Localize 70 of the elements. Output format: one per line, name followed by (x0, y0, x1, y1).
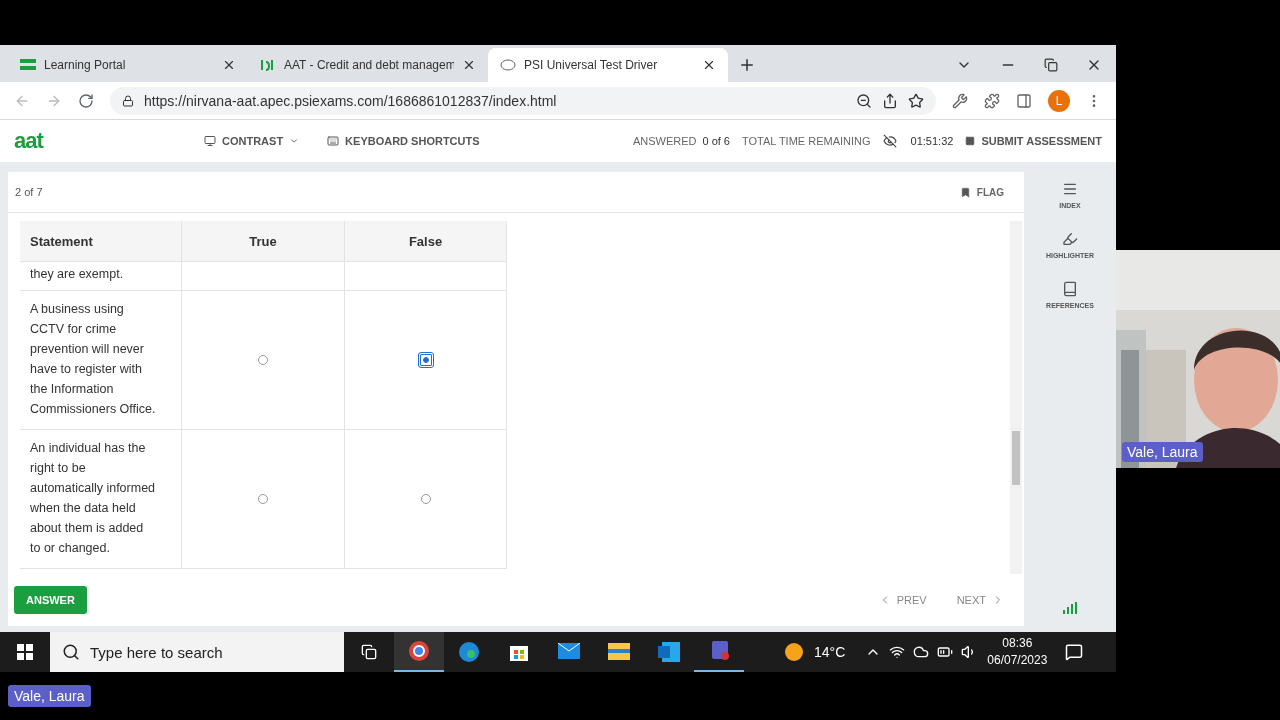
column-header: True (182, 221, 345, 262)
star-icon[interactable] (908, 92, 924, 109)
radio-button[interactable] (258, 494, 268, 504)
tab-title: AAT - Credit and debt managem (284, 58, 454, 72)
column-header: False (345, 221, 507, 262)
toolbar-button[interactable]: CONTRAST (204, 135, 300, 147)
lock-icon (122, 94, 134, 107)
highlighter-icon (1062, 231, 1078, 247)
weather-icon (784, 642, 804, 662)
keyboard-icon (327, 135, 340, 147)
browser-tab[interactable]: Learning Portal (8, 48, 248, 82)
monitor-icon (204, 135, 216, 147)
book-icon (1062, 281, 1078, 297)
scrollbar[interactable] (1010, 221, 1022, 574)
time-label: TOTAL TIME REMAINING (742, 135, 871, 147)
side-panel-icon[interactable] (1016, 92, 1032, 109)
taskbar-clock[interactable]: 08:36 06/07/2023 (987, 635, 1048, 669)
temperature: 14°C (814, 644, 846, 660)
presenter-name: Vale, Laura (8, 685, 91, 707)
answered-label: ANSWERED (632, 135, 697, 147)
address-field[interactable]: https://nirvana-aat.apec.psiexams.com/1686861012837/index.html (110, 86, 936, 115)
notifications-icon[interactable] (1065, 643, 1084, 661)
wrench-icon[interactable] (952, 92, 968, 109)
cloud-icon[interactable] (913, 644, 930, 660)
signal-icon (1063, 602, 1077, 614)
answered-count: 0 of 6 (702, 135, 730, 147)
browser-icon[interactable] (394, 632, 444, 672)
url-text: https://nirvana-aat.apec.psiexams.com/1686861012837/index.html (144, 92, 557, 109)
close-icon[interactable] (702, 58, 716, 72)
radio-button[interactable] (258, 355, 268, 365)
wifi-icon[interactable] (889, 644, 906, 660)
participant-name: Vale, Laura (1122, 442, 1203, 462)
statement-cell: An individual has the right to be automatically informed when the data held about them is added to or changed. (20, 430, 182, 569)
battery-icon[interactable] (937, 644, 954, 660)
bookmark-icon (959, 186, 971, 198)
logo-icon (260, 58, 276, 72)
puzzle-icon[interactable] (984, 92, 1000, 109)
close-icon[interactable] (222, 58, 236, 72)
search-icon (62, 643, 80, 661)
menu-icon (1062, 181, 1078, 197)
tab-title: PSI Universal Test Driver (524, 58, 659, 72)
restore-icon[interactable] (1044, 58, 1058, 72)
new-tab-icon[interactable] (738, 56, 756, 74)
logo-icon (500, 59, 516, 71)
close-icon[interactable] (462, 58, 476, 72)
statement-cell: A business using CCTV for crime prevention will never have to register with the Information Commissioners Office. (20, 291, 182, 430)
browser-tab[interactable]: PSI Universal Test Driver (488, 48, 728, 82)
time-remaining: 01:51:32 (910, 135, 954, 147)
column-header: Statement (20, 221, 182, 262)
hide-icon[interactable] (882, 134, 897, 148)
prev-button[interactable]: PREV (872, 593, 933, 607)
submit-button[interactable]: SUBMIT ASSESSMENT (965, 135, 1102, 147)
taskbar-search[interactable]: Type here to search (50, 632, 344, 672)
share-icon[interactable] (882, 92, 898, 109)
flag-button[interactable]: FLAG (953, 185, 1010, 199)
reload-icon[interactable] (78, 92, 94, 109)
radio-button[interactable] (420, 494, 431, 504)
menu-icon (20, 59, 36, 71)
question-position: 2 of 7 (15, 186, 43, 198)
logo: aat (14, 128, 45, 154)
statement-cell: they are exempt. (20, 262, 182, 291)
zoom-icon[interactable] (856, 92, 872, 109)
tab-title: Learning Portal (44, 58, 127, 72)
radio-button[interactable] (419, 354, 432, 366)
answer-button[interactable]: ANSWER (14, 586, 87, 614)
browser-tab[interactable]: AAT - Credit and debt managem (248, 48, 488, 82)
stop-icon (965, 136, 976, 146)
caret-icon (289, 136, 300, 146)
toolbar-button[interactable]: KEYBOARD SHORTCUTS (327, 135, 480, 147)
next-button[interactable]: NEXT (950, 593, 1010, 607)
